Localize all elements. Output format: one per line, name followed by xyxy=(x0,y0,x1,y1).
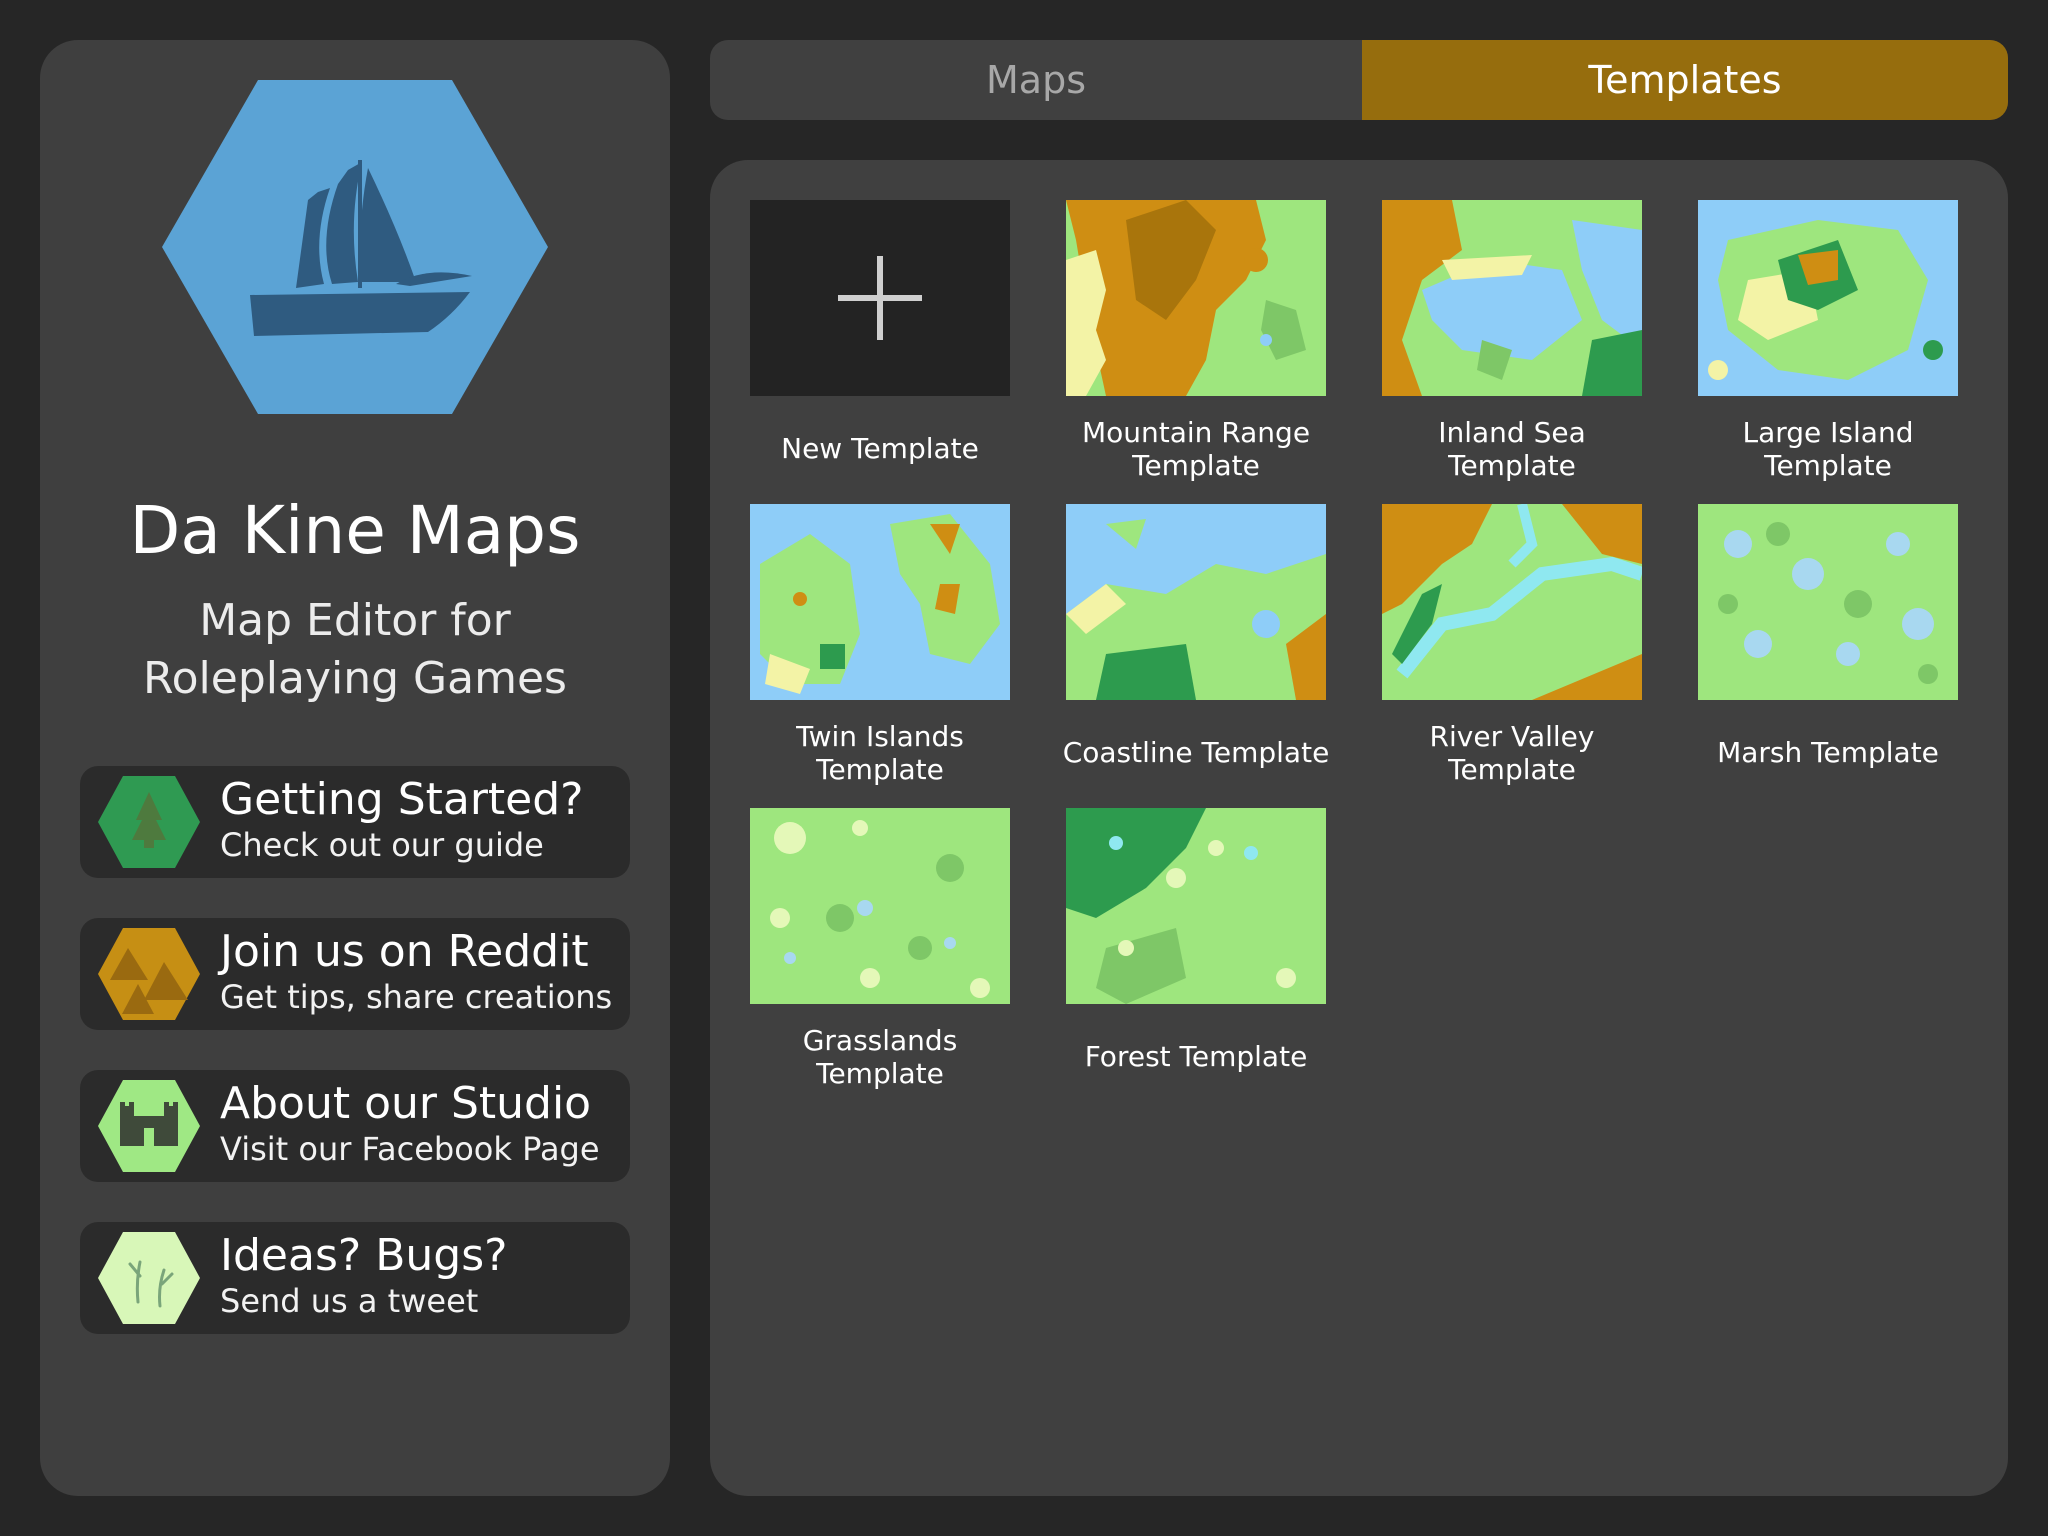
tab-maps[interactable]: Maps xyxy=(710,40,1362,120)
template-label-line1: Twin Islands xyxy=(796,720,964,753)
twin-islands-thumbnail xyxy=(750,504,1010,700)
template-label-line2: Template xyxy=(1764,449,1892,482)
grasslands-template-tile[interactable]: Grasslands Template xyxy=(750,808,1010,1090)
app-title: Da Kine Maps xyxy=(129,492,581,569)
template-label-line1: Coastline Template xyxy=(1062,736,1330,769)
castle-hex-icon xyxy=(98,1080,200,1172)
template-label: Mountain Range Template xyxy=(1026,416,1366,482)
grasslands-thumbnail xyxy=(750,808,1010,1004)
template-label: Coastline Template xyxy=(1026,736,1366,769)
template-label: Grasslands Template xyxy=(710,1024,1050,1090)
template-label-line1: Forest Template xyxy=(1084,1040,1308,1073)
maps-templates-segmented-control: Maps Templates xyxy=(710,40,2008,120)
sailing-ship-icon xyxy=(162,80,548,414)
link-title: About our Studio xyxy=(220,1078,592,1129)
new-template-thumbnail xyxy=(750,200,1010,396)
marsh-thumbnail xyxy=(1698,504,1958,700)
template-label-line2: Template xyxy=(1132,449,1260,482)
template-label: Forest Template xyxy=(1026,1040,1366,1073)
feedback-link[interactable]: Ideas? Bugs? Send us a tweet xyxy=(80,1222,630,1334)
coastline-template-tile[interactable]: Coastline Template xyxy=(1063,504,1329,769)
link-title: Ideas? Bugs? xyxy=(220,1230,508,1281)
template-label-line1: Large Island xyxy=(1742,416,1914,449)
inland-sea-thumbnail xyxy=(1382,200,1642,396)
inland-sea-template-tile[interactable]: Inland Sea Template xyxy=(1382,200,1642,482)
link-title: Getting Started? xyxy=(220,774,584,825)
link-title: Join us on Reddit xyxy=(220,926,589,977)
forest-template-tile[interactable]: Forest Template xyxy=(1066,808,1326,1073)
link-subtitle: Visit our Facebook Page xyxy=(220,1130,600,1168)
template-label-line2: Template xyxy=(816,753,944,786)
link-subtitle: Get tips, share creations xyxy=(220,978,613,1016)
template-label-line2: Template xyxy=(816,1057,944,1090)
twin-islands-template-tile[interactable]: Twin Islands Template xyxy=(750,504,1010,786)
template-label-line1: Inland Sea xyxy=(1438,416,1586,449)
mountains-hex-icon xyxy=(98,928,200,1020)
template-label: Twin Islands Template xyxy=(710,720,1050,786)
template-label-line1: New Template xyxy=(781,432,979,465)
sidebar: Da Kine Maps Map Editor for Roleplaying … xyxy=(40,40,670,1496)
large-island-template-tile[interactable]: Large Island Template xyxy=(1698,200,1958,482)
template-label-line2: Template xyxy=(1448,449,1576,482)
app-subtitle-line1: Map Editor for xyxy=(199,595,511,646)
reddit-link[interactable]: Join us on Reddit Get tips, share creati… xyxy=(80,918,630,1030)
template-label-line1: Marsh Template xyxy=(1717,736,1939,769)
link-subtitle: Send us a tweet xyxy=(220,1282,479,1320)
tab-templates[interactable]: Templates xyxy=(1362,40,2008,120)
forest-thumbnail xyxy=(1066,808,1326,1004)
river-valley-template-tile[interactable]: River Valley Template xyxy=(1382,504,1642,786)
studio-link[interactable]: About our Studio Visit our Facebook Page xyxy=(80,1070,630,1182)
template-label: Large Island Template xyxy=(1658,416,1998,482)
template-label-line1: River Valley xyxy=(1429,720,1595,753)
template-label: Marsh Template xyxy=(1658,736,1998,769)
template-label-line1: Grasslands xyxy=(802,1024,958,1057)
template-label-line2: Template xyxy=(1448,753,1576,786)
mountain-range-template-tile[interactable]: Mountain Range Template xyxy=(1066,200,1326,482)
templates-grid: New Template Mountain Range Template Inl… xyxy=(710,160,2008,1496)
app-subtitle-line2: Roleplaying Games xyxy=(143,653,567,704)
template-label: River Valley Template xyxy=(1342,720,1682,786)
template-label-line1: Mountain Range xyxy=(1081,416,1311,449)
template-label: Inland Sea Template xyxy=(1342,416,1682,482)
pine-tree-hex-icon xyxy=(98,776,200,868)
coastline-thumbnail xyxy=(1066,504,1326,700)
mountain-range-thumbnail xyxy=(1066,200,1326,396)
link-subtitle: Check out our guide xyxy=(220,826,544,864)
river-valley-thumbnail xyxy=(1382,504,1642,700)
app-subtitle: Map Editor for Roleplaying Games xyxy=(40,592,670,708)
marsh-template-tile[interactable]: Marsh Template xyxy=(1698,504,1958,769)
new-template-tile[interactable]: New Template xyxy=(750,200,1010,465)
template-label: New Template xyxy=(710,432,1050,465)
getting-started-link[interactable]: Getting Started? Check out our guide xyxy=(80,766,630,878)
large-island-thumbnail xyxy=(1698,200,1958,396)
grass-sprouts-hex-icon xyxy=(98,1232,200,1324)
